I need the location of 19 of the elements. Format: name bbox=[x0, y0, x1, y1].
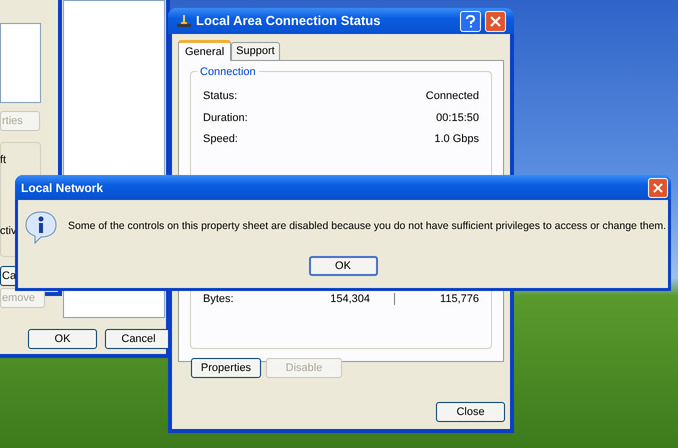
field-value: Connected bbox=[426, 89, 479, 104]
ok-button[interactable]: OK bbox=[308, 256, 378, 276]
field-label: Duration: bbox=[203, 110, 248, 126]
tab[interactable]: Support bbox=[231, 42, 280, 60]
field-value: 1.0 Gbps bbox=[434, 132, 479, 147]
field-label: Status: bbox=[203, 89, 238, 104]
field-value: 115,776 bbox=[439, 292, 479, 307]
field-value: 00:15:50 bbox=[436, 110, 479, 126]
field-label: Bytes: bbox=[203, 292, 235, 307]
field-label: Speed: bbox=[203, 132, 238, 147]
window-title: Local Area Connection Status bbox=[196, 12, 382, 30]
dialog-title: Local Network bbox=[21, 180, 104, 196]
close-button[interactable]: Close bbox=[436, 402, 505, 422]
field-value: 154,304 bbox=[329, 292, 370, 307]
dialog-message: Some of the controls on this property sheet are disabled because you do not have sufficient privileges to access or change them. bbox=[68, 219, 666, 234]
tab[interactable]: General bbox=[178, 40, 232, 61]
label: ft bbox=[0, 153, 6, 168]
properties-button[interactable]: Properties bbox=[191, 358, 261, 378]
ok-button[interactable]: OK bbox=[28, 329, 97, 349]
